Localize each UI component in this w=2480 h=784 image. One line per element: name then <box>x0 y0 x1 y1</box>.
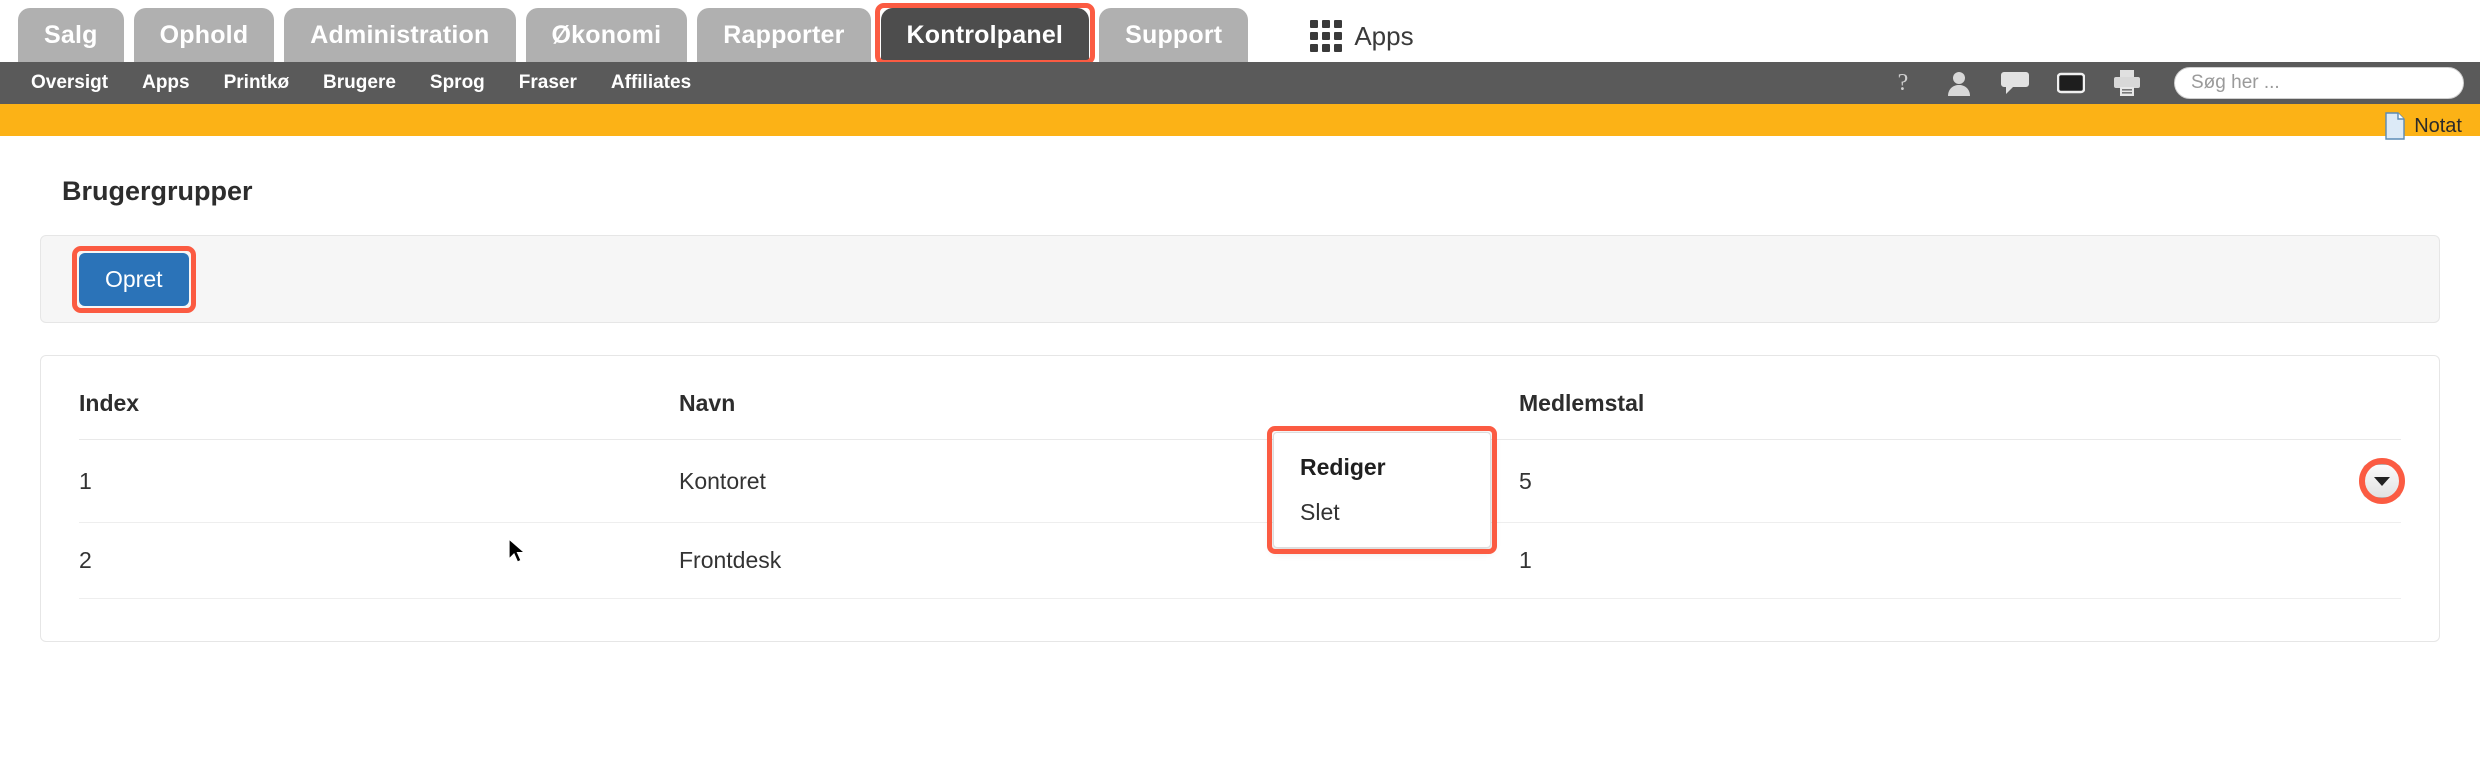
top-tab-strip: Salg Ophold Administration Økonomi Rappo… <box>0 0 2480 65</box>
subnav-label: Fraser <box>518 72 577 93</box>
column-header-actions <box>2119 356 2401 440</box>
action-toolbar-panel: Opret <box>40 235 2440 323</box>
menu-item-slet[interactable]: Slet <box>1274 490 1490 535</box>
sub-navigation-bar: Oversigt Apps Printkø Brugere Sprog Fras… <box>0 62 2480 104</box>
subnav-item-apps[interactable]: Apps <box>125 62 207 104</box>
tab-label: Kontrolpanel <box>906 20 1064 49</box>
subnav-item-printko[interactable]: Printkø <box>207 62 306 104</box>
monitor-icon[interactable] <box>2056 68 2086 98</box>
subnav-item-affiliates[interactable]: Affiliates <box>594 62 708 104</box>
subnav-item-oversigt[interactable]: Oversigt <box>14 62 125 104</box>
table-row[interactable]: 2 Frontdesk 1 <box>79 522 2401 599</box>
cell-medlemstal: 5 <box>1519 439 2119 523</box>
search-input[interactable]: Søg her ... <box>2174 67 2464 99</box>
cell-actions <box>2119 439 2405 523</box>
cell-index: 1 <box>79 439 679 523</box>
row-actions-dropdown-button[interactable] <box>2359 458 2405 504</box>
apps-label: Apps <box>1354 20 1414 51</box>
table-head: Index Navn Medlemstal <box>79 356 2401 440</box>
subnav-item-fraser[interactable]: Fraser <box>502 62 594 104</box>
svg-text:?: ? <box>1898 70 1909 96</box>
tab-rapporter[interactable]: Rapporter <box>697 8 871 62</box>
opret-button[interactable]: Opret <box>79 252 189 306</box>
subnav-label: Oversigt <box>31 72 109 93</box>
menu-item-rediger[interactable]: Rediger <box>1274 445 1490 490</box>
cell-medlemstal: 1 <box>1519 522 2119 599</box>
subnav-label: Affiliates <box>610 72 692 93</box>
chat-bubble-icon[interactable] <box>2000 68 2030 98</box>
tab-label: Rapporter <box>723 20 845 49</box>
subnav-item-brugere[interactable]: Brugere <box>306 62 413 104</box>
tab-administration[interactable]: Administration <box>284 8 516 62</box>
user-groups-table: Index Navn Medlemstal 1 Kontoret 5 2 Fro… <box>79 356 2405 599</box>
table-body: 1 Kontoret 5 2 Frontdesk 1 <box>79 439 2405 599</box>
create-button-wrapper: Opret <box>72 245 196 313</box>
row-actions-menu: Rediger Slet <box>1267 426 1497 554</box>
notat-button[interactable]: Notat <box>2384 110 2462 142</box>
document-icon <box>2385 112 2405 140</box>
tab-support[interactable]: Support <box>1099 8 1249 62</box>
toolbar-icons: ? Søg her ... <box>1888 62 2464 104</box>
cell-index: 2 <box>79 522 679 599</box>
tab-okonomi[interactable]: Økonomi <box>525 8 688 62</box>
subnav-label: Sprog <box>429 72 485 93</box>
cell-actions <box>2119 522 2401 599</box>
tab-label: Økonomi <box>551 20 662 49</box>
tab-label: Salg <box>44 20 98 49</box>
help-icon[interactable]: ? <box>1888 68 1918 98</box>
table-header-row: Index Navn Medlemstal <box>79 356 2401 440</box>
chevron-down-icon <box>2374 476 2390 486</box>
orange-status-bar: Notat <box>0 104 2480 140</box>
page-title: Brugergrupper <box>62 176 253 206</box>
tab-label: Support <box>1125 20 1223 49</box>
subnav-label: Brugere <box>323 72 396 93</box>
printer-icon[interactable] <box>2112 68 2142 98</box>
subnav-label: Printkø <box>223 72 290 93</box>
tab-ophold[interactable]: Ophold <box>133 8 275 62</box>
search-placeholder: Søg her ... <box>2191 72 2280 93</box>
table-footer-spacer <box>79 599 2401 641</box>
column-header-index: Index <box>79 356 679 440</box>
tab-label: Ophold <box>159 20 249 49</box>
page-content: Brugergrupper Opret Index Navn Medlemsta… <box>0 176 2480 642</box>
tab-salg[interactable]: Salg <box>18 8 124 62</box>
subnav-label: Apps <box>142 72 190 93</box>
user-icon[interactable] <box>1944 68 1974 98</box>
grid-apps-icon <box>1310 20 1343 52</box>
user-groups-table-card: Index Navn Medlemstal 1 Kontoret 5 2 Fro… <box>40 355 2440 642</box>
column-header-medlemstal: Medlemstal <box>1519 356 2119 440</box>
apps-launcher[interactable]: Apps <box>1310 20 1414 52</box>
tab-kontrolpanel[interactable]: Kontrolpanel <box>874 3 1095 65</box>
tab-label: Administration <box>310 20 490 49</box>
column-header-navn: Navn <box>679 356 1519 440</box>
subnav-item-sprog[interactable]: Sprog <box>413 62 502 104</box>
table-row[interactable]: 1 Kontoret 5 <box>79 439 2405 523</box>
notat-label: Notat <box>2414 114 2462 137</box>
